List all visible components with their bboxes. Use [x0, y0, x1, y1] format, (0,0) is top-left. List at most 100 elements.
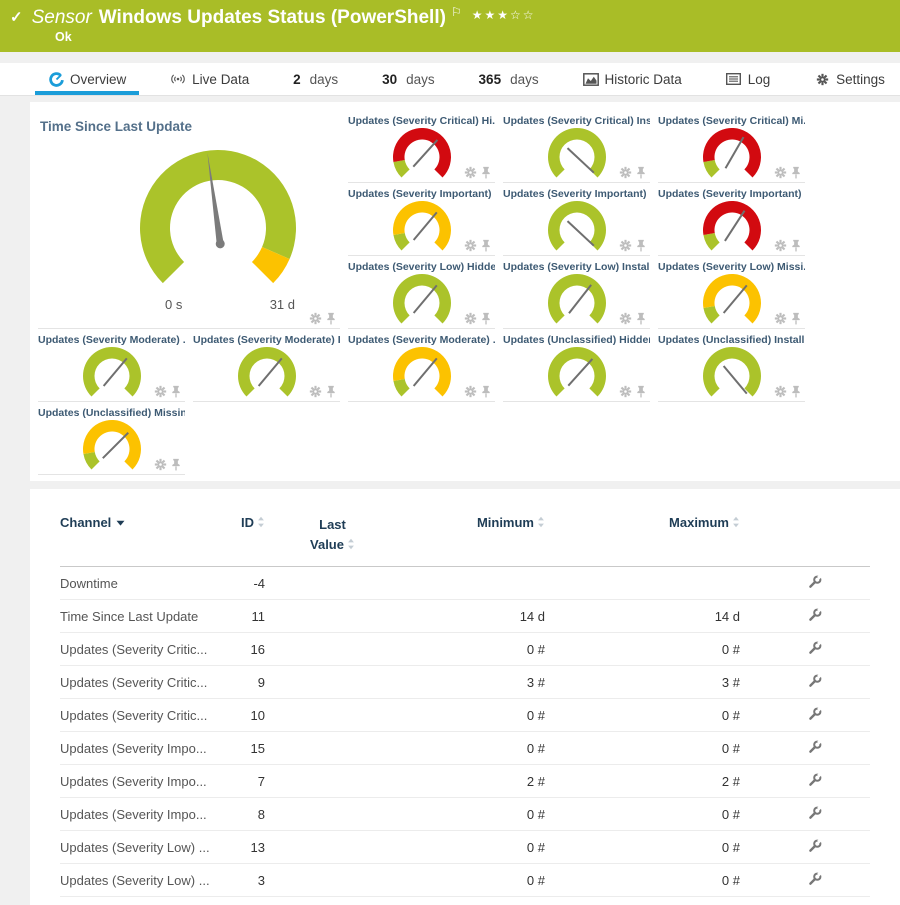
column-header-maximum[interactable]: Maximum — [565, 515, 760, 567]
table-row: Updates (Severity Low) ... 13 0 # 0 # — [60, 831, 870, 864]
channel-last-value — [285, 765, 380, 798]
channel-name[interactable]: Updates (Severity Low) ... — [60, 897, 230, 905]
channel-settings-wrench-icon[interactable] — [807, 607, 823, 623]
pin-icon[interactable] — [481, 385, 491, 398]
channel-name[interactable]: Updates (Severity Critic... — [60, 699, 230, 732]
pin-icon[interactable] — [791, 385, 801, 398]
tab-30-days[interactable]: 30 days — [379, 63, 438, 95]
pin-icon[interactable] — [171, 458, 181, 471]
tab-label: days — [406, 72, 435, 87]
channel-settings-wrench-icon[interactable] — [807, 673, 823, 689]
channel-maximum: 3 # — [565, 666, 760, 699]
channel-maximum: 2 # — [565, 765, 760, 798]
channel-settings-wrench-icon[interactable] — [807, 838, 823, 854]
tab-number: 365 — [479, 72, 502, 87]
tab-live-data[interactable]: Live Data — [167, 63, 252, 95]
gear-icon[interactable] — [154, 385, 167, 398]
channel-settings-wrench-icon[interactable] — [807, 706, 823, 722]
channel-settings-wrench-icon[interactable] — [807, 640, 823, 656]
tab-label: days — [310, 72, 339, 87]
gear-icon[interactable] — [774, 312, 787, 325]
pin-icon[interactable] — [636, 312, 646, 325]
pin-icon[interactable] — [326, 312, 336, 325]
pin-icon[interactable] — [481, 239, 491, 252]
gear-icon[interactable] — [464, 385, 477, 398]
pin-icon[interactable] — [791, 239, 801, 252]
gauge-title: Updates (Severity Low) Hidden — [348, 261, 495, 273]
table-row: Updates (Severity Critic... 10 0 # 0 # — [60, 699, 870, 732]
gear-icon[interactable] — [774, 239, 787, 252]
gauge-title: Updates (Unclassified) Hidden — [503, 334, 650, 346]
pin-icon[interactable] — [481, 166, 491, 179]
channel-name[interactable]: Updates (Severity Critic... — [60, 633, 230, 666]
gauge-title: Time Since Last Update — [38, 115, 340, 134]
channel-name[interactable]: Updates (Severity Impo... — [60, 798, 230, 831]
sort-icon — [537, 516, 545, 531]
gauge-card: Updates (Severity Moderate) ... — [348, 329, 495, 402]
pin-icon[interactable] — [636, 239, 646, 252]
gear-icon[interactable] — [464, 239, 477, 252]
tab-label: Log — [748, 72, 771, 87]
gear-icon[interactable] — [464, 312, 477, 325]
tab-label: Live Data — [192, 72, 249, 87]
column-header-id[interactable]: ID — [230, 515, 285, 567]
gauge-card: Updates (Severity Low) Hidden — [348, 256, 495, 329]
gear-icon[interactable] — [309, 385, 322, 398]
gear-icon[interactable] — [154, 458, 167, 471]
tab-historic-data[interactable]: Historic Data — [580, 63, 685, 95]
tab-settings[interactable]: Settings — [811, 63, 888, 95]
tab-2-days[interactable]: 2 days — [290, 63, 341, 95]
channel-name[interactable]: Downtime — [60, 567, 230, 600]
tab-log[interactable]: Log — [723, 63, 774, 95]
tab-overview[interactable]: Overview — [45, 63, 129, 95]
gear-icon[interactable] — [774, 166, 787, 179]
channel-name[interactable]: Updates (Severity Impo... — [60, 765, 230, 798]
gear-icon[interactable] — [774, 385, 787, 398]
table-row: Downtime -4 — [60, 567, 870, 600]
gauge-card: Updates (Severity Critical) Hi... — [348, 110, 495, 183]
channel-name[interactable]: Updates (Severity Low) ... — [60, 831, 230, 864]
tab-label: Historic Data — [605, 72, 682, 87]
pin-icon[interactable] — [326, 385, 336, 398]
gauge-card: Updates (Severity Important) ... — [348, 183, 495, 256]
gauge-max-label: 31 d — [270, 297, 295, 312]
column-header-minimum[interactable]: Minimum — [380, 515, 565, 567]
gear-icon[interactable] — [464, 166, 477, 179]
channel-maximum: 0 # — [565, 864, 760, 897]
channel-name[interactable]: Time Since Last Update — [60, 600, 230, 633]
channel-maximum: 0 # — [565, 633, 760, 666]
channel-name[interactable]: Updates (Severity Impo... — [60, 732, 230, 765]
gear-icon[interactable] — [619, 385, 632, 398]
tab-365-days[interactable]: 365 days — [476, 63, 542, 95]
channel-maximum: 14 d — [565, 600, 760, 633]
column-header-channel[interactable]: Channel — [60, 515, 230, 567]
pin-icon[interactable] — [636, 166, 646, 179]
pin-icon[interactable] — [171, 385, 181, 398]
gauge-title: Updates (Severity Moderate) ... — [38, 334, 185, 346]
gear-icon[interactable] — [619, 166, 632, 179]
gear-icon[interactable] — [619, 239, 632, 252]
channel-settings-wrench-icon[interactable] — [807, 871, 823, 887]
channel-name[interactable]: Updates (Severity Critic... — [60, 666, 230, 699]
channel-name[interactable]: Updates (Severity Low) ... — [60, 864, 230, 897]
channel-minimum: 3 # — [380, 666, 565, 699]
gear-icon[interactable] — [309, 312, 322, 325]
gauge-title: Updates (Severity Low) Install... — [503, 261, 650, 273]
gear-icon[interactable] — [619, 312, 632, 325]
channel-settings-wrench-icon[interactable] — [807, 574, 823, 590]
priority-stars[interactable]: ★★★☆☆ — [472, 8, 536, 22]
channel-settings-wrench-icon[interactable] — [807, 739, 823, 755]
tab-label: days — [510, 72, 539, 87]
column-header-last-value[interactable]: Last Value — [285, 515, 380, 567]
channel-settings-wrench-icon[interactable] — [807, 805, 823, 821]
time-since-last-update-gauge[interactable] — [133, 146, 303, 293]
channel-id: 16 — [230, 633, 285, 666]
channel-settings-wrench-icon[interactable] — [807, 772, 823, 788]
pin-icon[interactable] — [791, 166, 801, 179]
gauge-card: Updates (Severity Critical) Ins... — [503, 110, 650, 183]
gauge-card: Updates (Unclassified) Install... — [658, 329, 805, 402]
gauge-title: Updates (Severity Important) ... — [503, 188, 650, 200]
pin-icon[interactable] — [636, 385, 646, 398]
pin-icon[interactable] — [791, 312, 801, 325]
pin-icon[interactable] — [481, 312, 491, 325]
